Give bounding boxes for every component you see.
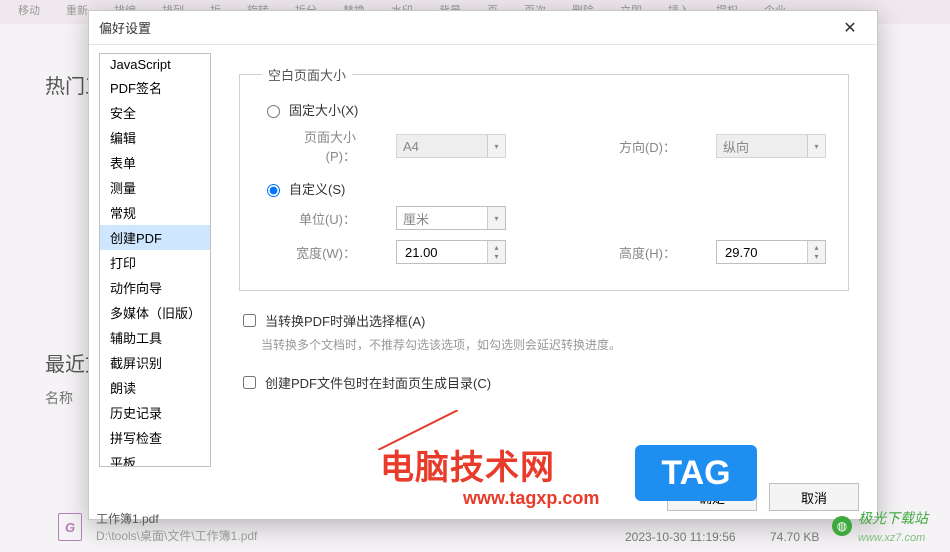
category-listbox[interactable]: JavaScriptPDF签名安全编辑表单测量常规创建PDF打印动作向导多媒体（…	[99, 53, 211, 467]
category-item[interactable]: 历史记录	[100, 400, 210, 425]
dialog-titlebar: 偏好设置 ✕	[89, 11, 877, 45]
cancel-button[interactable]: 取消	[769, 483, 859, 511]
category-item[interactable]: 表单	[100, 150, 210, 175]
preferences-dialog: 偏好设置 ✕ JavaScriptPDF签名安全编辑表单测量常规创建PDF打印动…	[88, 10, 878, 520]
chevron-down-icon: ▾	[487, 207, 505, 229]
height-input[interactable]	[723, 244, 783, 261]
spin-buttons-icon[interactable]: ▴▾	[807, 241, 825, 263]
category-item[interactable]: 动作向导	[100, 275, 210, 300]
page-size-combo: A4▾	[396, 134, 506, 158]
menu-item: 移动	[10, 2, 48, 22]
category-item[interactable]: 拼写检查	[100, 425, 210, 450]
close-icon[interactable]: ✕	[833, 18, 867, 38]
category-item[interactable]: 创建PDF	[100, 225, 210, 250]
category-item[interactable]: 打印	[100, 250, 210, 275]
radio-custom-input[interactable]	[267, 184, 280, 197]
settings-panel: 空白页面大小 固定大小(X) 页面大小(P)： A4▾ 方向(D)： 纵向▾	[211, 45, 877, 475]
category-item[interactable]: 多媒体（旧版）	[100, 300, 210, 325]
category-item[interactable]: JavaScript	[100, 54, 210, 75]
page-size-label: 页面大小(P)：	[286, 127, 356, 165]
blank-page-size-group: 空白页面大小 固定大小(X) 页面大小(P)： A4▾ 方向(D)： 纵向▾	[239, 65, 849, 291]
bg-col-name: 名称	[45, 388, 73, 408]
file-path: D:\tools\桌面\文件\工作簿1.pdf	[96, 527, 257, 544]
height-label: 高度(H)：	[606, 243, 676, 262]
category-item[interactable]: 平板	[100, 450, 210, 467]
orientation-combo: 纵向▾	[716, 134, 826, 158]
category-item[interactable]: 截屏识别	[100, 350, 210, 375]
height-spinner[interactable]: ▴▾	[716, 240, 826, 264]
width-input[interactable]	[403, 244, 463, 261]
group-legend: 空白页面大小	[262, 65, 352, 84]
chk1-hint: 当转换多个文档时，不推荐勾选该选项，如勾选则会延迟转换进度。	[261, 336, 849, 353]
globe-icon: ◍	[832, 516, 852, 536]
file-size: 74.70 KB	[770, 530, 819, 544]
width-spinner[interactable]: ▴▾	[396, 240, 506, 264]
chk2-input[interactable]	[243, 376, 256, 389]
category-item[interactable]: 安全	[100, 100, 210, 125]
file-name: 工作簿1.pdf	[96, 510, 257, 527]
xz7-watermark: ◍ 极光下载站 www.xz7.com	[832, 508, 928, 544]
radio-custom-size[interactable]: 自定义(S)	[262, 179, 826, 198]
chevron-down-icon: ▾	[807, 135, 825, 157]
category-item[interactable]: 编辑	[100, 125, 210, 150]
chk1-input[interactable]	[243, 314, 256, 327]
popup-on-convert-checkbox[interactable]: 当转换PDF时弹出选择框(A)	[239, 311, 849, 330]
category-item[interactable]: 常规	[100, 200, 210, 225]
orientation-label: 方向(D)：	[606, 137, 676, 156]
recent-file-row[interactable]: G 工作簿1.pdf D:\tools\桌面\文件\工作簿1.pdf	[58, 510, 257, 544]
generate-toc-checkbox[interactable]: 创建PDF文件包时在封面页生成目录(C)	[239, 373, 849, 392]
width-label: 宽度(W)：	[286, 243, 356, 262]
dialog-title: 偏好设置	[99, 18, 151, 37]
category-item[interactable]: 测量	[100, 175, 210, 200]
category-item[interactable]: 辅助工具	[100, 325, 210, 350]
spin-buttons-icon[interactable]: ▴▾	[487, 241, 505, 263]
chevron-down-icon: ▾	[487, 135, 505, 157]
radio-fixed-input[interactable]	[267, 105, 280, 118]
radio-fixed-size[interactable]: 固定大小(X)	[262, 100, 826, 119]
file-date: 2023-10-30 11:19:56	[625, 530, 736, 544]
category-item[interactable]: 朗读	[100, 375, 210, 400]
pdf-file-icon: G	[58, 513, 82, 541]
category-item[interactable]: PDF签名	[100, 75, 210, 100]
unit-combo[interactable]: 厘米▾	[396, 206, 506, 230]
unit-label: 单位(U)：	[286, 209, 356, 228]
ok-button[interactable]: 确定	[667, 483, 757, 511]
